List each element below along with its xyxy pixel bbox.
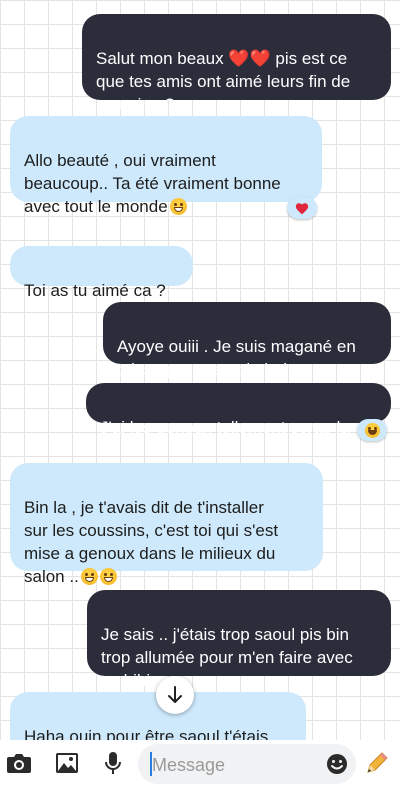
message-input-container[interactable] — [138, 744, 356, 784]
image-icon — [56, 753, 78, 773]
message-input[interactable] — [150, 752, 322, 778]
message-outgoing[interactable]: Ayoye ouiii . Je suis magané en crisse p… — [103, 302, 391, 379]
laughing-face-icon — [364, 422, 380, 438]
microphone-button[interactable] — [98, 748, 128, 778]
message-text: J'ai les genoux tellement scrap la — [100, 418, 350, 437]
heart-icon — [295, 202, 309, 214]
arrow-down-icon — [168, 686, 182, 703]
camera-icon — [7, 754, 31, 773]
emoji-icon — [327, 754, 347, 774]
message-outgoing[interactable]: Je sais .. j'étais trop saoul pis bin tr… — [87, 590, 391, 690]
pencil-icon — [367, 752, 388, 773]
message-composer — [0, 740, 400, 786]
reaction-badge[interactable] — [287, 197, 317, 219]
text-caret — [150, 752, 152, 776]
message-outgoing[interactable]: J'ai les genoux tellement scrap la — [86, 383, 391, 437]
message-text: Toi as tu aimé ca ? — [24, 281, 166, 300]
message-text: Haha ouin pour être saoul t'étais saoul … — [24, 727, 269, 740]
message-text: Ayoye ouiii . Je suis magané en crisse p… — [117, 337, 356, 379]
message-incoming[interactable]: Bin la , je t'avais dit de t'installer s… — [10, 463, 323, 586]
message-text: Salut mon beaux ❤️❤️ pis est ce que tes … — [96, 49, 351, 114]
message-list[interactable]: Salut mon beaux ❤️❤️ pis est ce que tes … — [0, 0, 400, 740]
message-text: Bin la , je t'avais dit de t'installer s… — [24, 498, 279, 586]
reaction-badge[interactable] — [357, 419, 387, 441]
scroll-to-bottom-button[interactable] — [156, 676, 194, 714]
gallery-button[interactable] — [52, 748, 82, 778]
message-text: Allo beauté , oui vraiment beaucoup.. Ta… — [24, 151, 281, 216]
draw-button[interactable] — [362, 748, 392, 778]
microphone-icon — [105, 752, 121, 774]
grinning-face-icon — [169, 198, 187, 215]
grinning-face-icon — [99, 568, 117, 585]
message-outgoing[interactable]: Salut mon beaux ❤️❤️ pis est ce que tes … — [82, 14, 391, 114]
message-incoming[interactable]: Allo beauté , oui vraiment beaucoup.. Ta… — [10, 116, 322, 216]
message-incoming[interactable]: Toi as tu aimé ca ? — [10, 246, 193, 300]
message-text: Je sais .. j'étais trop saoul pis bin tr… — [101, 625, 353, 690]
grinning-face-icon — [80, 568, 98, 585]
emoji-button[interactable] — [326, 753, 348, 775]
camera-button[interactable] — [4, 748, 34, 778]
